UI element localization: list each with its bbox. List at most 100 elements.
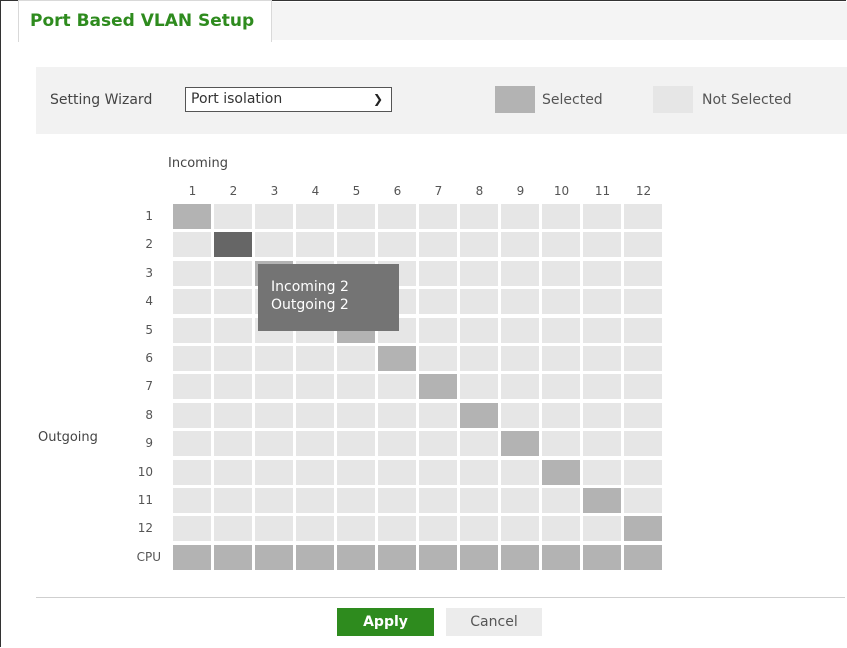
- matrix-cell-in6-out11[interactable]: [378, 488, 416, 513]
- matrix-cell-in6-outcpu[interactable]: [378, 544, 416, 570]
- matrix-cell-in4-out8[interactable]: [296, 402, 334, 428]
- matrix-cell-in12-out4[interactable]: [624, 289, 662, 315]
- matrix-cell-in7-out1[interactable]: [419, 204, 457, 229]
- matrix-cell-in11-out2[interactable]: [583, 232, 621, 258]
- matrix-cell-in4-out9[interactable]: [296, 431, 334, 457]
- matrix-cell-in2-outcpu[interactable]: [214, 544, 252, 570]
- matrix-cell-in8-out12[interactable]: [460, 516, 498, 542]
- matrix-cell-in6-out6[interactable]: [378, 346, 416, 371]
- matrix-cell-in8-out8[interactable]: [460, 402, 498, 428]
- matrix-cell-in7-out10[interactable]: [419, 459, 457, 485]
- matrix-cell-in2-out5[interactable]: [214, 317, 252, 343]
- matrix-cell-in11-outcpu[interactable]: [583, 544, 621, 570]
- matrix-cell-in5-out12[interactable]: [337, 516, 375, 542]
- matrix-cell-in2-out10[interactable]: [214, 459, 252, 485]
- matrix-cell-in7-out2[interactable]: [419, 232, 457, 258]
- matrix-cell-in6-out2[interactable]: [378, 232, 416, 258]
- matrix-cell-in4-out10[interactable]: [296, 459, 334, 485]
- matrix-cell-in3-out9[interactable]: [255, 431, 293, 457]
- matrix-cell-in8-out3[interactable]: [460, 260, 498, 286]
- matrix-cell-in3-out8[interactable]: [255, 402, 293, 428]
- matrix-cell-in10-out2[interactable]: [542, 232, 580, 258]
- matrix-cell-in12-out8[interactable]: [624, 402, 662, 428]
- matrix-cell-in3-out1[interactable]: [255, 204, 293, 229]
- matrix-cell-in10-out7[interactable]: [542, 374, 580, 400]
- cancel-button[interactable]: Cancel: [446, 608, 542, 636]
- matrix-cell-in9-out7[interactable]: [501, 374, 539, 400]
- matrix-cell-in9-out2[interactable]: [501, 232, 539, 258]
- matrix-cell-in10-out1[interactable]: [542, 204, 580, 229]
- matrix-cell-in11-out10[interactable]: [583, 459, 621, 485]
- matrix-cell-in12-out5[interactable]: [624, 317, 662, 343]
- matrix-cell-in1-out1[interactable]: [173, 204, 211, 229]
- matrix-cell-in11-out9[interactable]: [583, 431, 621, 457]
- matrix-cell-in9-out10[interactable]: [501, 459, 539, 485]
- matrix-cell-in12-out6[interactable]: [624, 346, 662, 371]
- matrix-cell-in12-outcpu[interactable]: [624, 544, 662, 570]
- matrix-cell-in12-out10[interactable]: [624, 459, 662, 485]
- matrix-cell-in12-out3[interactable]: [624, 260, 662, 286]
- matrix-cell-in3-out2[interactable]: [255, 232, 293, 258]
- matrix-cell-in8-out2[interactable]: [460, 232, 498, 258]
- matrix-cell-in7-out6[interactable]: [419, 346, 457, 371]
- matrix-cell-in7-out12[interactable]: [419, 516, 457, 542]
- matrix-cell-in8-outcpu[interactable]: [460, 544, 498, 570]
- matrix-cell-in2-out2[interactable]: [214, 232, 252, 258]
- tab-port-based-vlan-setup[interactable]: Port Based VLAN Setup: [18, 0, 272, 42]
- matrix-cell-in12-out11[interactable]: [624, 488, 662, 513]
- matrix-cell-in11-out7[interactable]: [583, 374, 621, 400]
- matrix-cell-in1-out5[interactable]: [173, 317, 211, 343]
- matrix-cell-in8-out1[interactable]: [460, 204, 498, 229]
- matrix-cell-in2-out3[interactable]: [214, 260, 252, 286]
- matrix-cell-in4-out12[interactable]: [296, 516, 334, 542]
- matrix-cell-in12-out2[interactable]: [624, 232, 662, 258]
- matrix-cell-in2-out6[interactable]: [214, 346, 252, 371]
- matrix-cell-in8-out7[interactable]: [460, 374, 498, 400]
- matrix-cell-in12-out1[interactable]: [624, 204, 662, 229]
- matrix-cell-in10-out11[interactable]: [542, 488, 580, 513]
- matrix-cell-in5-out9[interactable]: [337, 431, 375, 457]
- matrix-cell-in1-out7[interactable]: [173, 374, 211, 400]
- matrix-cell-in9-out6[interactable]: [501, 346, 539, 371]
- matrix-cell-in1-out10[interactable]: [173, 459, 211, 485]
- matrix-cell-in6-out10[interactable]: [378, 459, 416, 485]
- matrix-cell-in10-out6[interactable]: [542, 346, 580, 371]
- matrix-cell-in7-out8[interactable]: [419, 402, 457, 428]
- matrix-cell-in3-out6[interactable]: [255, 346, 293, 371]
- matrix-cell-in7-outcpu[interactable]: [419, 544, 457, 570]
- matrix-cell-in1-outcpu[interactable]: [173, 544, 211, 570]
- matrix-cell-in2-out8[interactable]: [214, 402, 252, 428]
- matrix-cell-in10-out9[interactable]: [542, 431, 580, 457]
- matrix-cell-in11-out1[interactable]: [583, 204, 621, 229]
- matrix-cell-in7-out9[interactable]: [419, 431, 457, 457]
- matrix-cell-in9-out12[interactable]: [501, 516, 539, 542]
- matrix-cell-in11-out8[interactable]: [583, 402, 621, 428]
- matrix-cell-in4-out7[interactable]: [296, 374, 334, 400]
- matrix-cell-in3-out11[interactable]: [255, 488, 293, 513]
- matrix-cell-in4-out1[interactable]: [296, 204, 334, 229]
- matrix-cell-in11-out4[interactable]: [583, 289, 621, 315]
- matrix-cell-in6-out7[interactable]: [378, 374, 416, 400]
- matrix-cell-in8-out9[interactable]: [460, 431, 498, 457]
- matrix-cell-in1-out2[interactable]: [173, 232, 211, 258]
- matrix-cell-in8-out6[interactable]: [460, 346, 498, 371]
- matrix-cell-in7-out3[interactable]: [419, 260, 457, 286]
- matrix-cell-in7-out11[interactable]: [419, 488, 457, 513]
- matrix-cell-in4-out11[interactable]: [296, 488, 334, 513]
- matrix-cell-in5-out8[interactable]: [337, 402, 375, 428]
- matrix-cell-in9-out9[interactable]: [501, 431, 539, 457]
- matrix-cell-in2-out11[interactable]: [214, 488, 252, 513]
- matrix-cell-in5-out7[interactable]: [337, 374, 375, 400]
- matrix-cell-in1-out9[interactable]: [173, 431, 211, 457]
- matrix-cell-in3-out7[interactable]: [255, 374, 293, 400]
- matrix-cell-in9-out3[interactable]: [501, 260, 539, 286]
- matrix-cell-in10-out12[interactable]: [542, 516, 580, 542]
- matrix-cell-in5-out11[interactable]: [337, 488, 375, 513]
- matrix-cell-in1-out8[interactable]: [173, 402, 211, 428]
- matrix-cell-in2-out7[interactable]: [214, 374, 252, 400]
- apply-button[interactable]: Apply: [337, 608, 434, 636]
- matrix-cell-in3-outcpu[interactable]: [255, 544, 293, 570]
- matrix-cell-in9-out1[interactable]: [501, 204, 539, 229]
- setting-wizard-select[interactable]: Port isolation ❯: [185, 87, 392, 112]
- matrix-cell-in1-out11[interactable]: [173, 488, 211, 513]
